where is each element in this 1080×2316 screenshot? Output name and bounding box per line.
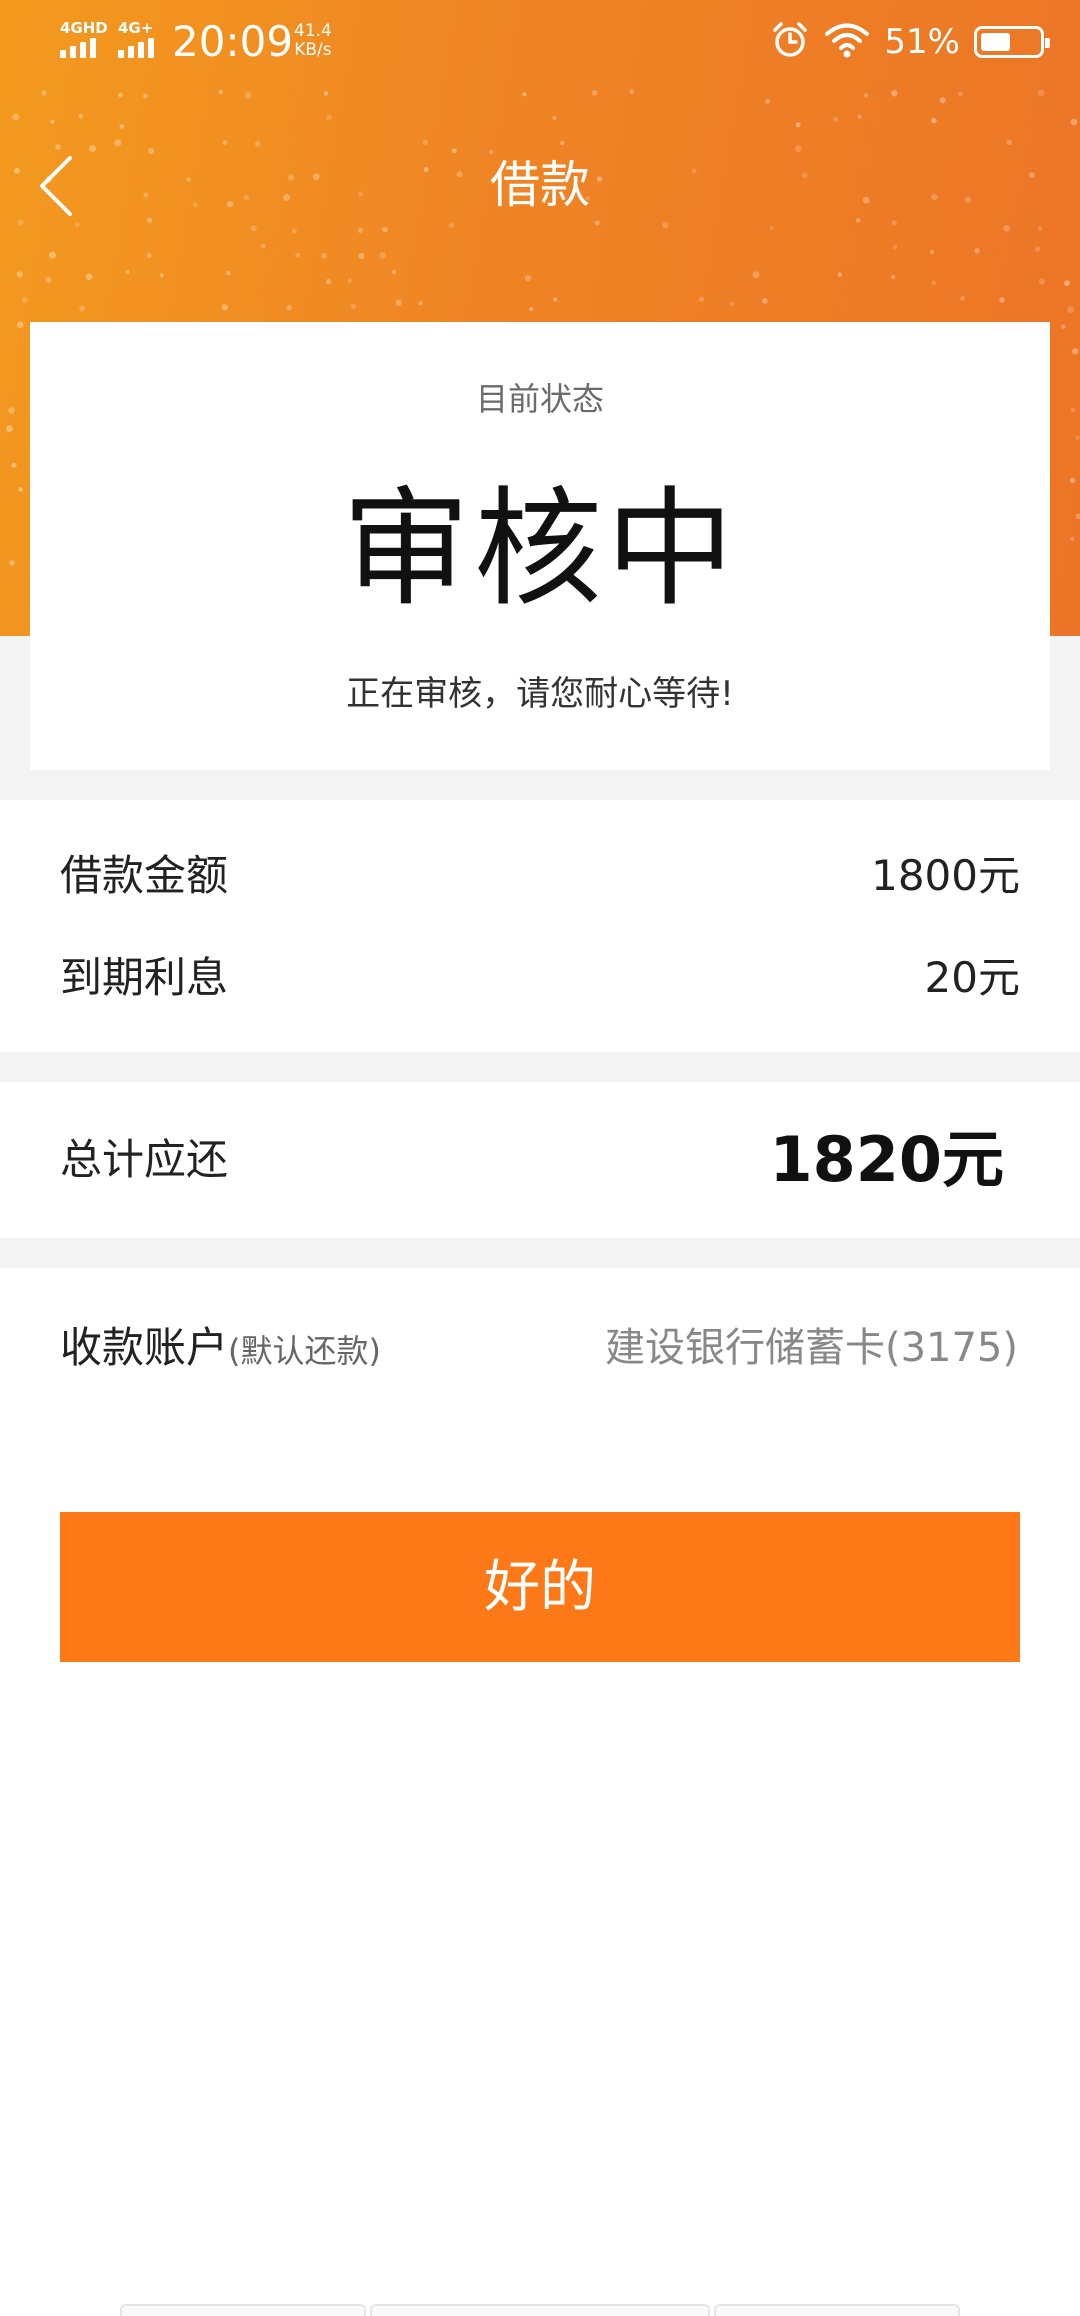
network-type-label: 4GHD: [60, 19, 108, 37]
back-button[interactable]: [36, 148, 96, 224]
bottom-tab-shape: [714, 2304, 960, 2316]
ok-button[interactable]: 好的: [60, 1512, 1020, 1662]
alarm-icon: [770, 20, 810, 64]
account-sub-label: (默认还款): [228, 1332, 381, 1370]
interest-value: 20元: [924, 953, 1020, 1002]
page-title: 借款: [490, 156, 590, 214]
status-label: 目前状态: [475, 380, 604, 418]
wifi-icon: [824, 20, 870, 64]
battery-tip: [1045, 38, 1050, 48]
bottom-tab-shape: [120, 2304, 366, 2316]
network-type-label: 4G+: [118, 19, 154, 37]
loan-details-section: 借款金额 1800元 到期利息 20元: [0, 800, 1080, 1052]
interest-label: 到期利息: [60, 953, 229, 1002]
network-speed: 41.4 KB/s: [294, 22, 332, 60]
status-note: 正在审核，请您耐心等待!: [346, 674, 734, 714]
account-value: 建设银行储蓄卡(3175): [604, 1325, 1018, 1371]
status-icons: 51%: [770, 18, 1050, 66]
account-label: 收款账户(默认还款): [60, 1318, 381, 1381]
status-bar: 4GHD 4G+ 20:09 41.4 KB/s 51%: [0, 0, 1080, 84]
divider: [0, 1238, 1080, 1268]
clock: 20:09: [172, 17, 294, 66]
loan-amount-label: 借款金额: [60, 851, 229, 900]
battery-icon: [974, 26, 1050, 58]
status-value: 审核中: [341, 475, 738, 624]
bottom-tab-shape: [370, 2304, 710, 2316]
battery-percent: 51%: [884, 22, 960, 62]
speed-unit: KB/s: [294, 40, 332, 60]
account-row[interactable]: 收款账户(默认还款) 建设银行储蓄卡(3175): [0, 1268, 1080, 1428]
chevron-left-icon: [40, 156, 72, 216]
signal-bars-icon: [60, 38, 108, 58]
loan-status-page: 4GHD 4G+ 20:09 41.4 KB/s 51% 借款 目前状态 审核中…: [0, 0, 1080, 2316]
divider: [0, 1052, 1080, 1082]
account-label-text: 收款账户: [60, 1323, 229, 1372]
signal-4ghd: 4GHD: [60, 20, 108, 58]
signal-bars-icon: [118, 38, 154, 58]
total-section: 总计应还 1820元: [0, 1082, 1080, 1238]
total-label: 总计应还: [60, 1135, 229, 1184]
signal-4gplus: 4G+: [118, 20, 154, 58]
total-value: 1820元: [769, 1123, 1004, 1196]
speed-value: 41.4: [294, 21, 332, 41]
loan-amount-value: 1800元: [871, 851, 1020, 900]
battery-fill: [981, 33, 1010, 51]
